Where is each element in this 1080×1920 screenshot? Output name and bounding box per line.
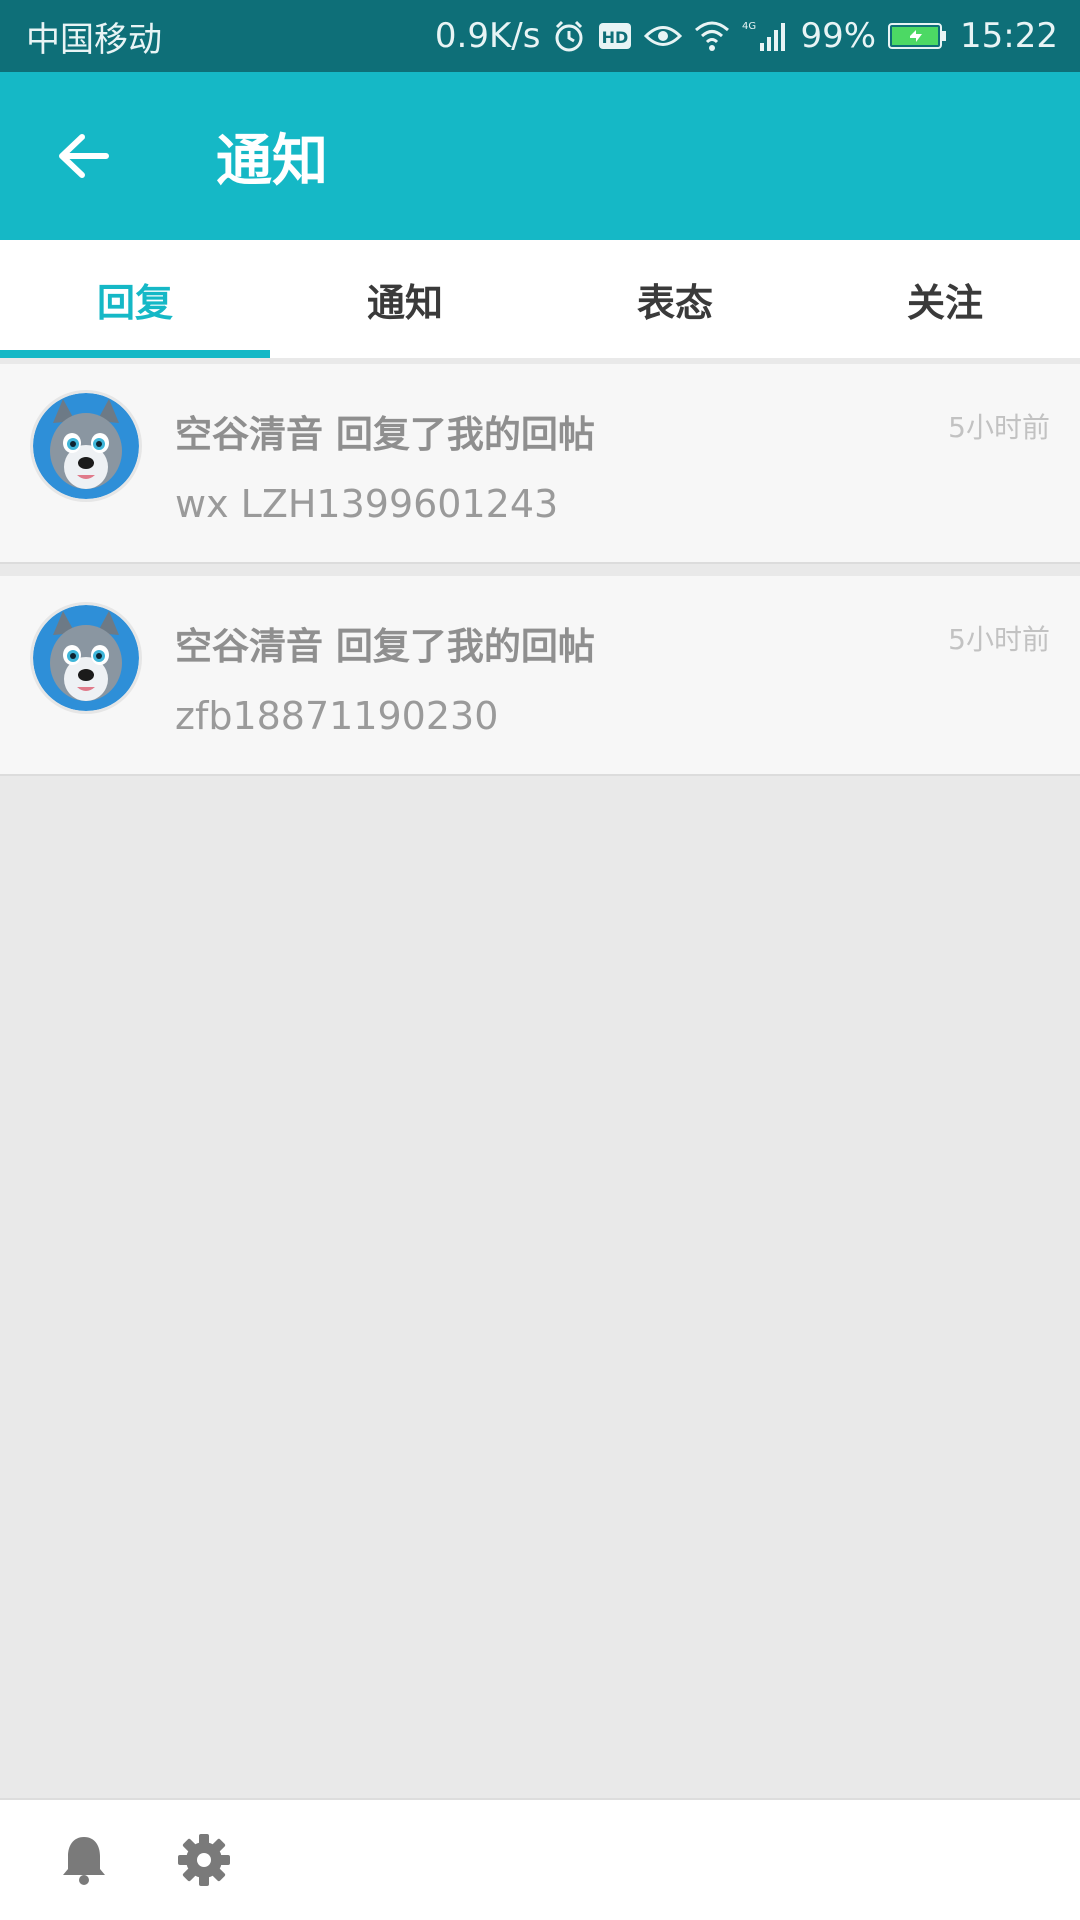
tab-follows[interactable]: 关注 — [810, 240, 1080, 358]
battery-percent: 99% — [800, 16, 877, 56]
wolf-avatar-icon — [33, 393, 139, 499]
list-item[interactable]: 空谷清音 回复了我的回帖 5小时前 wx LZH1399601243 — [0, 364, 1080, 564]
page-title: 通知 — [216, 128, 328, 194]
status-right: 0.9K/s HD 4G 99% 15:22 — [435, 16, 1058, 56]
avatar[interactable] — [30, 390, 142, 502]
notification-body: zfb18871190230 — [175, 694, 499, 738]
tab-notifications[interactable]: 通知 — [270, 240, 540, 358]
tab-bar: 回复 通知 表态 关注 — [0, 240, 1080, 358]
status-bar: 中国移动 0.9K/s HD 4G 99% 15:22 — [0, 0, 1080, 72]
bottom-bar — [0, 1798, 1080, 1920]
tab-replies[interactable]: 回复 — [0, 240, 270, 358]
eye-icon — [644, 21, 683, 51]
wolf-avatar-icon — [33, 605, 139, 711]
avatar[interactable] — [30, 602, 142, 714]
network-type: 4G — [742, 21, 756, 32]
alarm-icon — [552, 19, 586, 53]
notifications-button[interactable] — [24, 1800, 144, 1920]
list-item[interactable]: 空谷清音 回复了我的回帖 5小时前 zfb18871190230 — [0, 576, 1080, 776]
notification-time: 5小时前 — [948, 623, 1050, 656]
app-bar: 通知 — [0, 72, 1080, 240]
notification-list: 空谷清音 回复了我的回帖 5小时前 wx LZH1399601243 空谷清音 … — [0, 364, 1080, 776]
notification-title: 空谷清音 回复了我的回帖 — [175, 625, 595, 668]
net-speed: 0.9K/s — [434, 16, 541, 56]
gear-icon — [178, 1834, 230, 1886]
settings-button[interactable] — [144, 1800, 264, 1920]
notification-body: wx LZH1399601243 — [175, 482, 559, 526]
bell-icon — [63, 1837, 105, 1885]
clock: 15:22 — [960, 16, 1058, 56]
notification-time: 5小时前 — [948, 411, 1050, 444]
carrier-label: 中国移动 — [26, 19, 162, 60]
back-button[interactable] — [38, 111, 128, 201]
notification-title: 空谷清音 回复了我的回帖 — [175, 413, 595, 456]
battery-icon — [888, 21, 948, 51]
hd-icon: HD — [598, 21, 632, 51]
svg-text:HD: HD — [602, 28, 629, 47]
signal-icon: 4G — [742, 19, 788, 53]
status-left: 中国移动 — [26, 12, 162, 61]
tab-reactions[interactable]: 表态 — [540, 240, 810, 358]
wifi-icon — [694, 20, 730, 52]
arrow-left-icon — [59, 134, 109, 178]
